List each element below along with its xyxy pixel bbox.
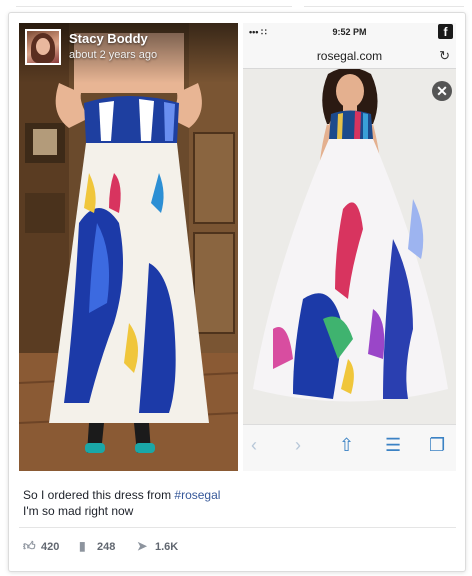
share-icon[interactable]: ⇧ <box>339 435 354 456</box>
caption-text: So I ordered this dress from <box>23 488 175 502</box>
like-count-value: 420 <box>41 541 60 553</box>
ios-status-bar: ••• ∷ 9:52 PM f <box>243 23 456 43</box>
safari-toolbar: ‹ › ⇧ ☰ ❐ <box>243 424 456 471</box>
post-caption: So I ordered this dress from #rosegal I'… <box>23 487 220 519</box>
reload-icon[interactable]: ↻ <box>439 48 450 64</box>
avatar-face <box>36 38 50 55</box>
photo-actual-dress[interactable]: Stacy Boddy about 2 years ago <box>19 23 238 471</box>
post-header: Stacy Boddy about 2 years ago <box>19 23 238 83</box>
top-divider-left <box>16 6 292 7</box>
comment-count-value: 248 <box>97 541 116 553</box>
thumbs-up-icon: 👍︎ <box>23 539 36 553</box>
top-divider-right <box>304 6 464 7</box>
share-count-value: 1.6K <box>155 541 179 553</box>
actual-dress-illustration <box>19 23 238 471</box>
post-card: Stacy Boddy about 2 years ago ••• ∷ 9:52… <box>8 12 466 572</box>
stats-divider <box>19 527 456 528</box>
facebook-icon[interactable]: f <box>438 24 453 39</box>
caption-line-1: So I ordered this dress from #rosegal <box>23 487 220 503</box>
status-clock: 9:52 PM <box>332 27 367 37</box>
top-strip <box>0 0 472 10</box>
advertised-dress-illustration <box>243 69 456 424</box>
tabs-icon[interactable]: ❐ <box>429 435 445 456</box>
poster-name[interactable]: Stacy Boddy <box>69 31 148 46</box>
phone-screenshot: ••• ∷ 9:52 PM f rosegal.com ↻ ✕ ‹ › ⇧ ☰ … <box>243 23 456 471</box>
comment-icon: ▮ <box>79 539 86 553</box>
post-media[interactable]: Stacy Boddy about 2 years ago ••• ∷ 9:52… <box>19 23 456 471</box>
close-icon[interactable]: ✕ <box>432 81 452 101</box>
caption-line-2: I'm so mad right now <box>23 504 134 518</box>
comment-count[interactable]: ▮ 248 <box>79 539 115 553</box>
post-timestamp[interactable]: about 2 years ago <box>69 49 157 61</box>
bookmarks-icon[interactable]: ☰ <box>385 435 401 456</box>
share-arrow-icon: ➤ <box>137 539 148 553</box>
url-text[interactable]: rosegal.com <box>243 49 456 63</box>
like-count[interactable]: 👍︎ 420 <box>23 539 59 554</box>
share-count[interactable]: ➤ 1.6K <box>137 539 178 553</box>
back-icon[interactable]: ‹ <box>251 435 257 456</box>
forward-icon[interactable]: › <box>295 435 301 456</box>
product-photo[interactable]: ✕ <box>243 69 456 424</box>
browser-url-bar[interactable]: rosegal.com ↻ <box>243 43 456 69</box>
hashtag-link[interactable]: #rosegal <box>174 488 220 502</box>
avatar[interactable] <box>25 29 61 65</box>
